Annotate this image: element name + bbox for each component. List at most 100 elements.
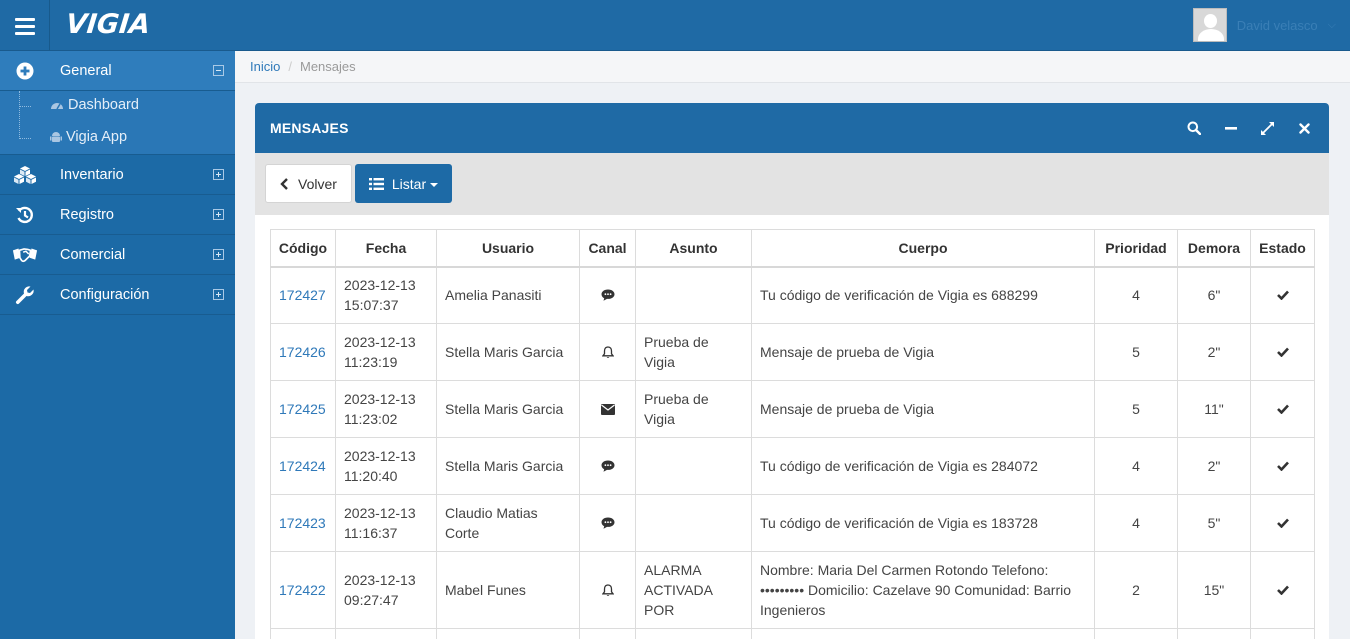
sidebar-item-comercial[interactable]: Comercial xyxy=(0,235,235,275)
expand-icon[interactable] xyxy=(213,169,224,180)
chevron-down-icon: ⌵ xyxy=(1327,18,1336,31)
breadcrumb-current: Mensajes xyxy=(299,59,356,74)
sidebar-item-label: Comercial xyxy=(60,246,126,263)
messages-table-wrapper: Código Fecha Usuario Canal Asunto Cuerpo… xyxy=(270,229,1315,639)
menu-toggle-button[interactable] xyxy=(0,0,50,51)
fecha-date: 2023-12-13 xyxy=(344,572,416,588)
prioridad-cell: 2 xyxy=(1094,551,1178,629)
panel-tools xyxy=(1175,117,1323,139)
sidebar-item-inventario[interactable]: Inventario xyxy=(0,155,235,195)
table-row[interactable]: 172424 2023-12-13 11:20:40 Stella Maris G… xyxy=(270,437,1315,495)
sidebar-item-label: General xyxy=(60,62,112,79)
bell-icon xyxy=(601,345,614,358)
cuerpo-cell: Mensaje de prueba de Vigia xyxy=(751,380,1095,438)
demora-cell: 6" xyxy=(1177,266,1251,324)
dashboard-icon xyxy=(51,103,63,110)
column-header-usuario[interactable]: Usuario xyxy=(436,229,580,268)
fullscreen-button[interactable] xyxy=(1249,117,1286,139)
check-icon xyxy=(1276,518,1289,528)
sidebar-item-registro[interactable]: Registro xyxy=(0,195,235,235)
column-header-cuerpo[interactable]: Cuerpo xyxy=(751,229,1095,268)
cell-empty xyxy=(1177,628,1251,639)
check-icon xyxy=(1276,404,1289,414)
app-logo[interactable]: VIGIA xyxy=(64,9,151,40)
prioridad-cell: 4 xyxy=(1094,437,1178,495)
sidebar-item-general[interactable]: General xyxy=(0,51,235,91)
column-header-demora[interactable]: Demora xyxy=(1177,229,1251,268)
sidebar-item-label: Registro xyxy=(60,206,114,223)
codigo-link[interactable]: 172427 xyxy=(270,266,336,324)
breadcrumb-home-link[interactable]: Inicio xyxy=(250,59,280,74)
cell-empty xyxy=(436,628,580,639)
codigo-cell-empty xyxy=(270,628,336,639)
column-header-fecha[interactable]: Fecha xyxy=(335,229,437,268)
cubes-icon xyxy=(12,165,38,185)
list-dropdown-button[interactable]: Listar xyxy=(355,164,452,203)
codigo-link[interactable]: 172423 xyxy=(270,494,336,552)
avatar xyxy=(1192,8,1227,42)
close-button[interactable] xyxy=(1286,117,1323,139)
search-button[interactable] xyxy=(1175,117,1212,139)
demora-cell: 5" xyxy=(1177,494,1251,552)
user-name: David velasco xyxy=(1236,17,1318,33)
table-row[interactable]: 172422 2023-12-13 09:27:47 Mabel Funes AL… xyxy=(270,551,1315,629)
column-header-prioridad[interactable]: Prioridad xyxy=(1094,229,1178,268)
envelope-icon xyxy=(600,403,615,415)
codigo-link[interactable]: 172422 xyxy=(270,551,336,629)
asunto-cell: Prueba de Vigia xyxy=(635,380,752,438)
fecha-date: 2023-12-13 xyxy=(344,277,416,294)
fecha-date: 2023-12-13 xyxy=(344,391,416,407)
sidebar-item-configuracion[interactable]: Configuración xyxy=(0,275,235,315)
sidebar-item-dashboard[interactable]: Dashboard xyxy=(19,97,139,113)
fecha-time: 09:27:47 xyxy=(344,592,399,608)
sidebar-item-vigia-app[interactable]: Vigia App xyxy=(19,129,128,145)
hamburger-icon-line xyxy=(15,25,35,28)
codigo-link[interactable]: 172426 xyxy=(270,323,336,381)
prioridad-cell: 4 xyxy=(1094,266,1178,324)
check-icon xyxy=(1276,585,1289,595)
canal-cell xyxy=(579,266,636,324)
table-row[interactable]: 172425 2023-12-13 11:23:02 Stella Maris G… xyxy=(270,380,1315,438)
asunto-cell: Prueba de Vigia xyxy=(635,323,752,381)
table-header-row: Código Fecha Usuario Canal Asunto Cuerpo… xyxy=(270,229,1315,268)
expand-icon[interactable] xyxy=(213,289,224,300)
fecha-cell: 2023-12-13 11:16:37 xyxy=(335,494,437,552)
codigo-link[interactable]: 172424 xyxy=(270,437,336,495)
column-header-codigo[interactable]: Código xyxy=(270,229,336,268)
table-row[interactable]: 172427 2023-12-13 15:07:37 Amelia Panasit… xyxy=(270,266,1315,324)
canal-cell xyxy=(579,437,636,495)
caret-down-icon xyxy=(430,182,439,187)
hamburger-icon xyxy=(15,18,35,21)
panel-header: MENSAJES xyxy=(255,103,1329,153)
column-header-estado[interactable]: Estado xyxy=(1250,229,1315,268)
fecha-time: 11:16:37 xyxy=(344,525,398,541)
back-button[interactable]: Volver xyxy=(265,164,352,203)
collapse-icon[interactable] xyxy=(213,65,224,76)
tree-branch xyxy=(19,138,31,139)
user-menu[interactable]: David velasco ⌵ xyxy=(1192,7,1336,43)
expand-icon[interactable] xyxy=(213,249,224,260)
usuario-cell: Amelia Panasiti xyxy=(436,266,580,324)
usuario-cell: Claudio Matias Corte xyxy=(436,494,580,552)
fecha-cell: 2023-12-13 11:20:40 xyxy=(335,437,437,495)
estado-cell xyxy=(1250,323,1315,381)
cuerpo-cell: Tu código de verificación de Vigia es 68… xyxy=(751,266,1095,324)
usuario-cell: Stella Maris Garcia xyxy=(436,323,580,381)
codigo-link[interactable]: 172425 xyxy=(270,380,336,438)
estado-cell xyxy=(1250,437,1315,495)
check-icon xyxy=(1276,461,1289,471)
tree-line xyxy=(19,91,20,139)
sidebar: General Dashboard Vigia App Inventario R… xyxy=(0,51,235,639)
sidebar-sub-label: Vigia App xyxy=(66,129,128,145)
asunto-cell xyxy=(635,494,752,552)
table-row[interactable] xyxy=(270,628,1315,639)
column-header-canal[interactable]: Canal xyxy=(579,229,636,268)
expand-icon[interactable] xyxy=(213,209,224,220)
breadcrumb-separator: / xyxy=(288,59,292,74)
canal-cell xyxy=(579,380,636,438)
table-row[interactable]: 172426 2023-12-13 11:23:19 Stella Maris G… xyxy=(270,323,1315,381)
column-header-asunto[interactable]: Asunto xyxy=(635,229,752,268)
collapse-button[interactable] xyxy=(1212,117,1249,139)
table-row[interactable]: 172423 2023-12-13 11:16:37 Claudio Matias… xyxy=(270,494,1315,552)
estado-cell xyxy=(1250,380,1315,438)
